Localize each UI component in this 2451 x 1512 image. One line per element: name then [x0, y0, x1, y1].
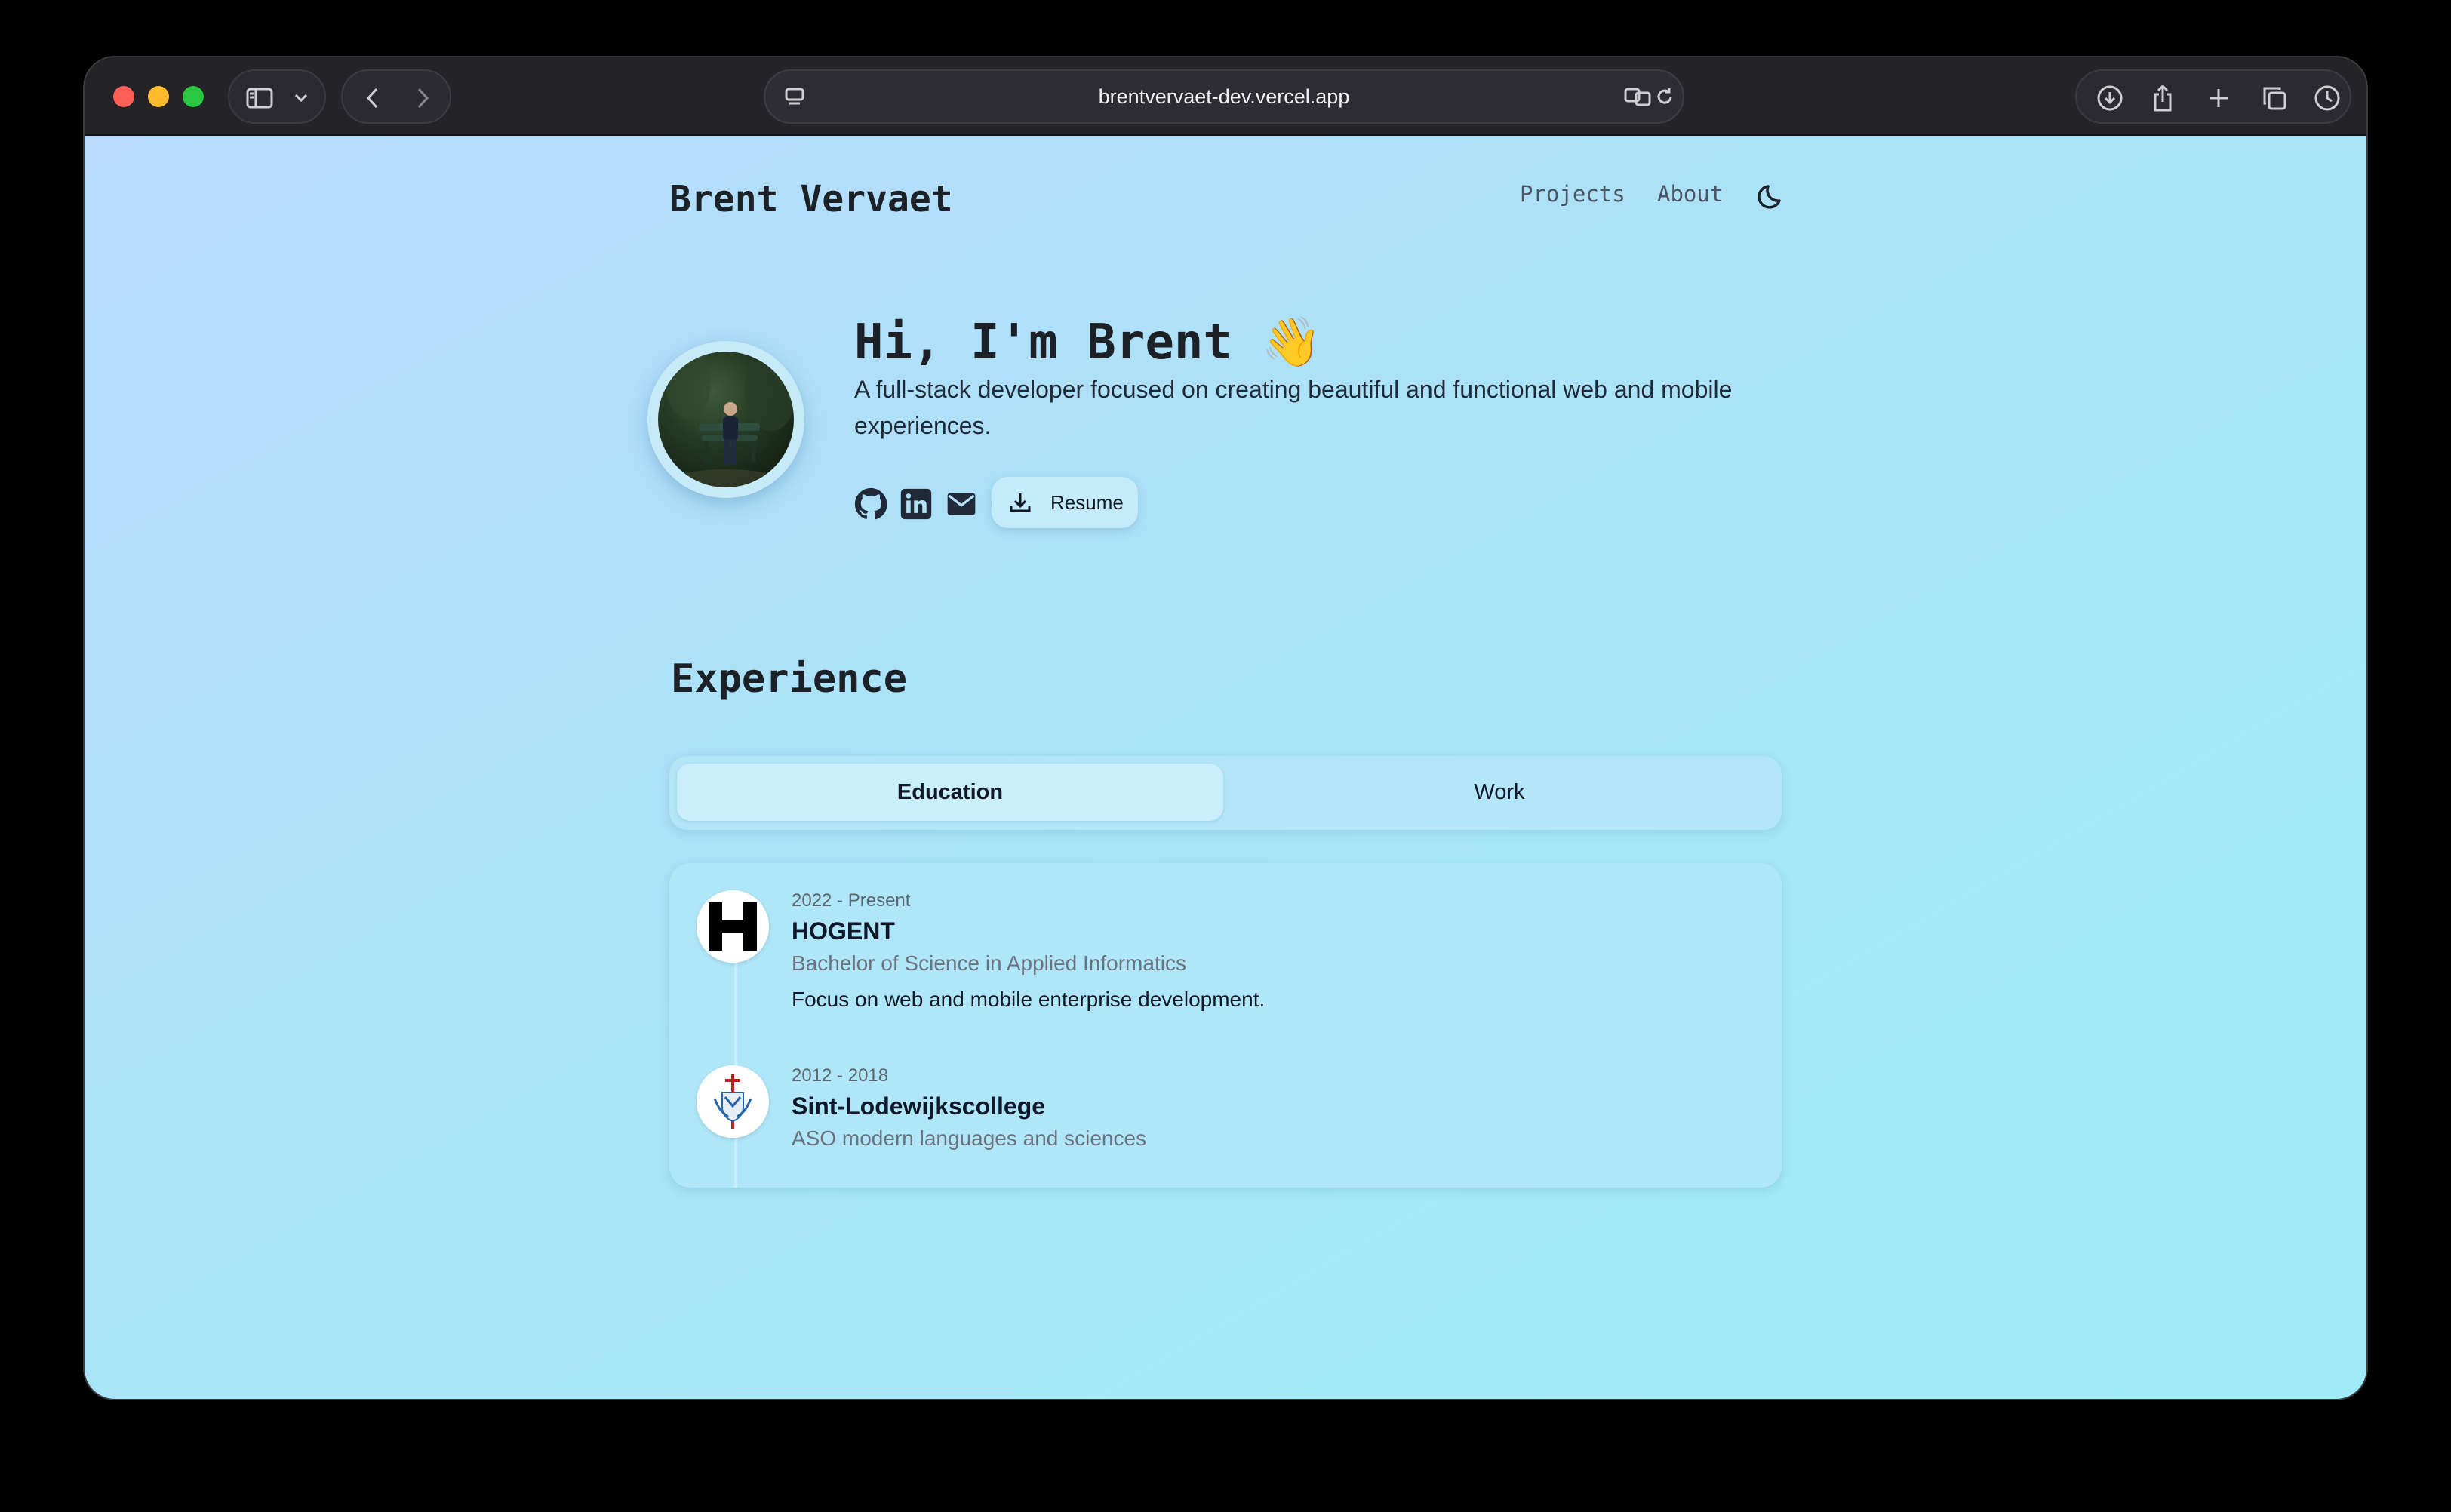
site-brand[interactable]: Brent Vervaet: [669, 178, 953, 220]
web-page: Brent Vervaet Projects About Hi, I'm Bre…: [85, 136, 2366, 1399]
address-bar[interactable]: brentvervaet-dev.vercel.app: [764, 69, 1684, 124]
hero-title: Hi, I'm Brent 👋: [854, 315, 1322, 370]
entry-school: Sint-Lodewijkscollege: [792, 1093, 1046, 1120]
browser-window: brentvervaet-dev.vercel.app Brent Vervae…: [85, 57, 2366, 1399]
hogent-logo: [697, 890, 769, 963]
close-window-button[interactable]: [113, 86, 134, 107]
entry-date: 2012 - 2018: [792, 1065, 889, 1086]
entry-school: HOGENT: [792, 917, 895, 945]
history-clock-icon[interactable]: [2305, 71, 2350, 125]
translate-icon[interactable]: [1622, 71, 1653, 122]
github-icon[interactable]: [854, 487, 887, 521]
history-nav-group: [341, 69, 451, 124]
chevron-down-icon[interactable]: [284, 71, 318, 125]
moon-icon[interactable]: [1754, 178, 1790, 214]
back-icon[interactable]: [350, 71, 395, 125]
resume-button[interactable]: Resume: [992, 477, 1138, 528]
sidebar-toggle-group: [228, 69, 326, 124]
download-icon: [1010, 493, 1031, 512]
new-tab-icon[interactable]: [2196, 71, 2241, 125]
toolbar-actions-group: [2075, 69, 2351, 124]
profile-photo: [658, 352, 794, 487]
forward-icon[interactable]: [400, 71, 445, 125]
education-timeline: 2022 - Present HOGENT Bachelor of Scienc…: [669, 863, 1782, 1188]
tab-overview-icon[interactable]: [2252, 71, 2297, 125]
url-text: brentvervaet-dev.vercel.app: [1098, 85, 1350, 108]
experience-title: Experience: [671, 656, 908, 702]
minimize-window-button[interactable]: [148, 86, 169, 107]
nav-link-projects[interactable]: Projects: [1520, 181, 1625, 207]
nav-link-about[interactable]: About: [1657, 181, 1723, 207]
resume-label: Resume: [1050, 490, 1124, 514]
list-item: 2012 - 2018 Sint-Lodewijkscollege ASO mo…: [792, 1065, 1146, 1151]
sint-lodewijkscollege-logo: [697, 1065, 769, 1138]
mail-icon[interactable]: [945, 487, 978, 521]
entry-degree: ASO modern languages and sciences: [792, 1126, 1147, 1150]
browser-toolbar: brentvervaet-dev.vercel.app: [85, 57, 2366, 136]
maximize-window-button[interactable]: [183, 86, 204, 107]
entry-description: Focus on web and mobile enterprise devel…: [792, 988, 1265, 1011]
experience-tabs: Education Work: [669, 756, 1782, 830]
sidebar-icon[interactable]: [240, 71, 279, 125]
hero-description: A full-stack developer focused on creati…: [854, 376, 1733, 439]
list-item: 2022 - Present HOGENT Bachelor of Scienc…: [792, 890, 1265, 1012]
linkedin-icon[interactable]: [900, 487, 933, 521]
download-icon[interactable]: [2087, 71, 2133, 125]
avatar: [647, 341, 804, 498]
entry-degree: Bachelor of Science in Applied Informati…: [792, 951, 1186, 975]
reload-icon[interactable]: [1651, 71, 1678, 122]
share-icon[interactable]: [2140, 71, 2185, 125]
tab-education[interactable]: Education: [677, 764, 1223, 821]
entry-date: 2022 - Present: [792, 890, 911, 911]
tab-work[interactable]: Work: [1226, 764, 1773, 821]
